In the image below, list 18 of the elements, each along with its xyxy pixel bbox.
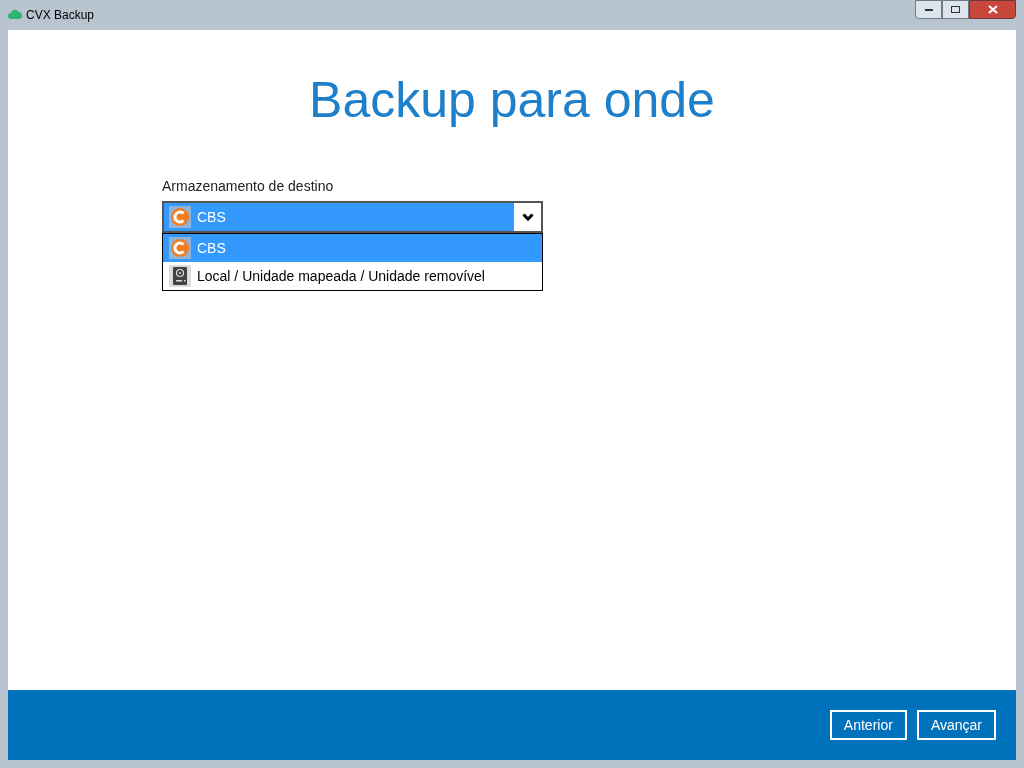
dropdown-option[interactable]: CBS bbox=[163, 234, 542, 262]
dropdown-value: CBS bbox=[197, 207, 227, 227]
field-label: Armazenamento de destino bbox=[162, 177, 335, 196]
storage-dropdown[interactable]: CBS bbox=[162, 201, 543, 233]
close-button[interactable] bbox=[969, 0, 1016, 19]
close-icon bbox=[987, 5, 998, 14]
window-title: CVX Backup bbox=[26, 7, 95, 24]
chevron-down-icon bbox=[521, 213, 534, 221]
maximize-button[interactable] bbox=[942, 0, 969, 19]
minimize-button[interactable] bbox=[915, 0, 942, 19]
nav-button[interactable]: Anterior bbox=[829, 710, 907, 740]
hard-drive-icon bbox=[169, 265, 191, 287]
page-heading: Backup para onde bbox=[308, 71, 716, 130]
cloud-icon bbox=[8, 9, 22, 21]
nav-button[interactable]: Avançar bbox=[916, 710, 996, 740]
c-logo-icon bbox=[169, 237, 191, 259]
dropdown-toggle[interactable] bbox=[514, 203, 541, 231]
c-logo-icon bbox=[169, 206, 191, 228]
